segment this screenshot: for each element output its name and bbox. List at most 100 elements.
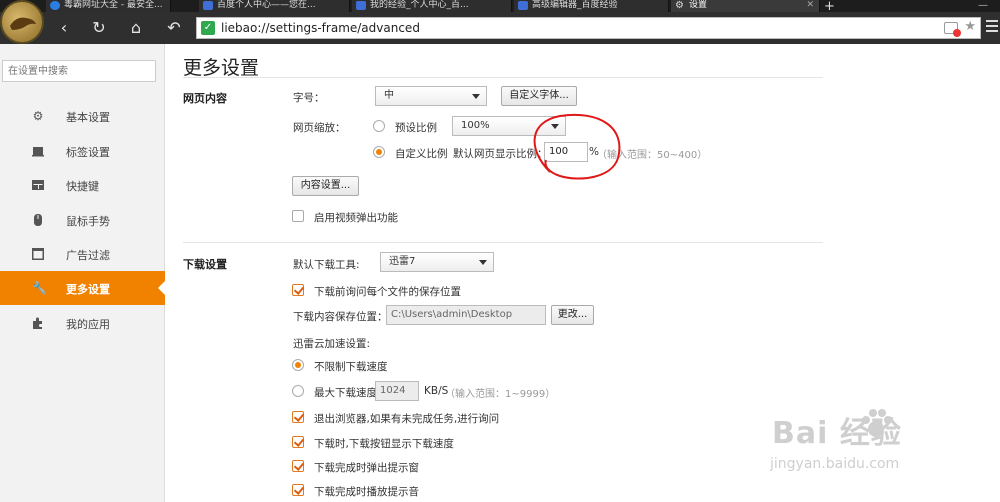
wrench-icon: 🔧 bbox=[32, 281, 47, 295]
max-speed-label: 最大下载速度: bbox=[314, 387, 381, 399]
download-tool-label: 默认下载工具: bbox=[293, 259, 360, 271]
minimize-icon[interactable]: — bbox=[978, 0, 988, 11]
tab-bar: 毒霸网址大全 - 最安全... 百度个人中心——您在... 我的经验_个人中心_… bbox=[0, 0, 1000, 12]
max-speed-input[interactable]: 1024 bbox=[375, 381, 419, 401]
puzzle-icon bbox=[32, 317, 44, 329]
sidebar-item-label: 鼠标手势 bbox=[66, 215, 110, 228]
ask-location-checkbox[interactable] bbox=[292, 284, 304, 296]
ask-location-label: 下载前询问每个文件的保存位置 bbox=[314, 286, 461, 298]
tab-settings[interactable]: ⚙ 设置 ✕ bbox=[671, 0, 820, 12]
undo-button[interactable]: ↶ bbox=[163, 17, 185, 39]
settings-sidebar: ⚙ 基本设置 标签设置 快捷键 鼠标手势 广告过滤 🔧 更多设置 我的应用 bbox=[0, 44, 165, 502]
baidu-paw-icon bbox=[356, 1, 366, 10]
baidu-paw-icon bbox=[862, 409, 892, 437]
section-title-web: 网页内容 bbox=[183, 92, 227, 105]
save-path-input[interactable]: C:\Users\admin\Desktop bbox=[386, 305, 546, 325]
sidebar-item-label: 我的应用 bbox=[66, 318, 110, 331]
sidebar-item-label: 广告过滤 bbox=[66, 249, 110, 262]
liebao-logo[interactable] bbox=[0, 0, 44, 44]
k-logo-icon bbox=[50, 1, 60, 10]
zoom-label: 网页缩放： bbox=[293, 122, 346, 134]
sidebar-item-apps[interactable]: 我的应用 bbox=[0, 306, 165, 340]
font-size-select[interactable]: 中 bbox=[375, 86, 487, 106]
zoom-range-hint: （输入范围：50~400） bbox=[597, 150, 708, 161]
settings-search-input[interactable] bbox=[2, 60, 156, 82]
show-speed-label: 下载时,下载按钮显示下载速度 bbox=[314, 438, 454, 450]
sound-done-checkbox[interactable] bbox=[292, 484, 304, 496]
save-path-label: 下载内容保存位置： bbox=[293, 311, 388, 323]
tab-baidu-center[interactable]: 百度个人中心——您在... bbox=[199, 0, 350, 12]
exit-ask-checkbox[interactable] bbox=[292, 411, 304, 423]
gear-icon: ⚙ bbox=[32, 109, 44, 123]
download-tool-select[interactable]: 迅雷7 bbox=[380, 252, 494, 272]
popup-done-label: 下载完成时弹出提示窗 bbox=[314, 462, 419, 474]
baidu-paw-icon bbox=[518, 1, 528, 10]
page-title: 更多设置 bbox=[183, 57, 260, 79]
max-speed-hint: （输入范围：1~9999） bbox=[445, 389, 556, 400]
sidebar-item-adblock[interactable]: 广告过滤 bbox=[0, 237, 165, 271]
sidebar-item-tabs[interactable]: 标签设置 bbox=[0, 134, 165, 168]
popup-done-checkbox[interactable] bbox=[292, 460, 304, 472]
preset-zoom-radio[interactable] bbox=[373, 120, 385, 132]
font-size-value: 中 bbox=[384, 90, 394, 101]
keyboard-icon bbox=[32, 179, 44, 191]
cheetah-icon bbox=[10, 17, 36, 30]
divider bbox=[183, 77, 823, 78]
sound-done-label: 下载完成时播放提示音 bbox=[314, 486, 419, 498]
url-text[interactable]: liebao://settings-frame/advanced bbox=[221, 21, 420, 35]
preset-zoom-value: 100% bbox=[461, 120, 490, 131]
window-icon bbox=[32, 248, 44, 260]
address-bar[interactable]: ✓ liebao://settings-frame/advanced ★ bbox=[196, 17, 981, 39]
sidebar-item-more[interactable]: 🔧 更多设置 bbox=[0, 271, 165, 305]
video-popup-checkbox[interactable] bbox=[292, 210, 304, 222]
sidebar-item-label: 更多设置 bbox=[66, 283, 110, 296]
custom-zoom-desc: 默认网页显示比例： bbox=[453, 148, 548, 160]
refresh-button[interactable]: ↻ bbox=[88, 17, 110, 39]
sidebar-item-label: 基本设置 bbox=[66, 111, 110, 124]
sidebar-item-basic[interactable]: ⚙ 基本设置 bbox=[0, 99, 165, 133]
show-speed-checkbox[interactable] bbox=[292, 436, 304, 448]
font-size-label: 字号： bbox=[293, 92, 325, 104]
baidu-watermark: Bai 经验 jingyan.baidu.com bbox=[762, 390, 992, 500]
change-path-button[interactable]: 更改... bbox=[551, 305, 594, 325]
tab-duba[interactable]: 毒霸网址大全 - 最安全... bbox=[46, 0, 171, 12]
chevron-down-icon bbox=[472, 94, 480, 99]
sidebar-item-label: 快捷键 bbox=[66, 180, 99, 193]
sidebar-item-gestures[interactable]: 鼠标手势 bbox=[0, 203, 165, 237]
mouse-icon bbox=[32, 214, 44, 226]
chevron-down-icon bbox=[479, 260, 487, 265]
custom-font-button[interactable]: 自定义字体... bbox=[501, 86, 577, 106]
gear-icon: ⚙ bbox=[675, 0, 684, 11]
star-icon[interactable]: ★ bbox=[964, 19, 976, 34]
section-title-download: 下载设置 bbox=[183, 258, 227, 271]
menu-button[interactable] bbox=[986, 20, 998, 34]
watermark-url: jingyan.baidu.com bbox=[770, 456, 900, 472]
tab-my-experience[interactable]: 我的经验_个人中心_百... bbox=[352, 0, 512, 12]
preset-zoom-label: 预设比例 bbox=[395, 122, 437, 134]
navigation-bar: ‹ ↻ ⌂ ↶ ✓ liebao://settings-frame/advanc… bbox=[0, 0, 1000, 44]
unlimited-speed-radio[interactable] bbox=[292, 359, 304, 371]
tab-advanced-editor[interactable]: 高级编辑器_百度经验 bbox=[514, 0, 669, 12]
content-settings-button[interactable]: 内容设置... bbox=[292, 176, 359, 196]
custom-zoom-input[interactable]: 100 bbox=[544, 142, 588, 162]
secure-check-icon: ✓ bbox=[201, 21, 215, 35]
sidebar-item-label: 标签设置 bbox=[66, 146, 110, 159]
max-speed-radio[interactable] bbox=[292, 385, 304, 397]
custom-zoom-label: 自定义比例 bbox=[395, 148, 448, 160]
sidebar-item-shortcuts[interactable]: 快捷键 bbox=[0, 168, 165, 202]
back-button[interactable]: ‹ bbox=[53, 17, 75, 39]
custom-zoom-radio[interactable] bbox=[373, 146, 385, 158]
cloud-accel-label: 迅雷云加速设置: bbox=[293, 338, 371, 350]
exit-ask-label: 退出浏览器,如果有未完成任务,进行询问 bbox=[314, 413, 500, 425]
new-tab-button[interactable]: + bbox=[824, 0, 835, 12]
tab-icon bbox=[32, 145, 44, 157]
chevron-down-icon bbox=[551, 124, 559, 129]
close-tab-icon[interactable]: ✕ bbox=[806, 0, 814, 11]
divider bbox=[183, 242, 823, 243]
video-popup-label: 启用视频弹出功能 bbox=[314, 212, 398, 224]
preset-zoom-select[interactable]: 100% bbox=[452, 116, 566, 136]
unlimited-speed-label: 不限制下载速度 bbox=[314, 361, 388, 373]
security-scan-icon[interactable] bbox=[944, 22, 961, 37]
baidu-paw-icon bbox=[203, 1, 213, 10]
home-button[interactable]: ⌂ bbox=[125, 17, 147, 39]
